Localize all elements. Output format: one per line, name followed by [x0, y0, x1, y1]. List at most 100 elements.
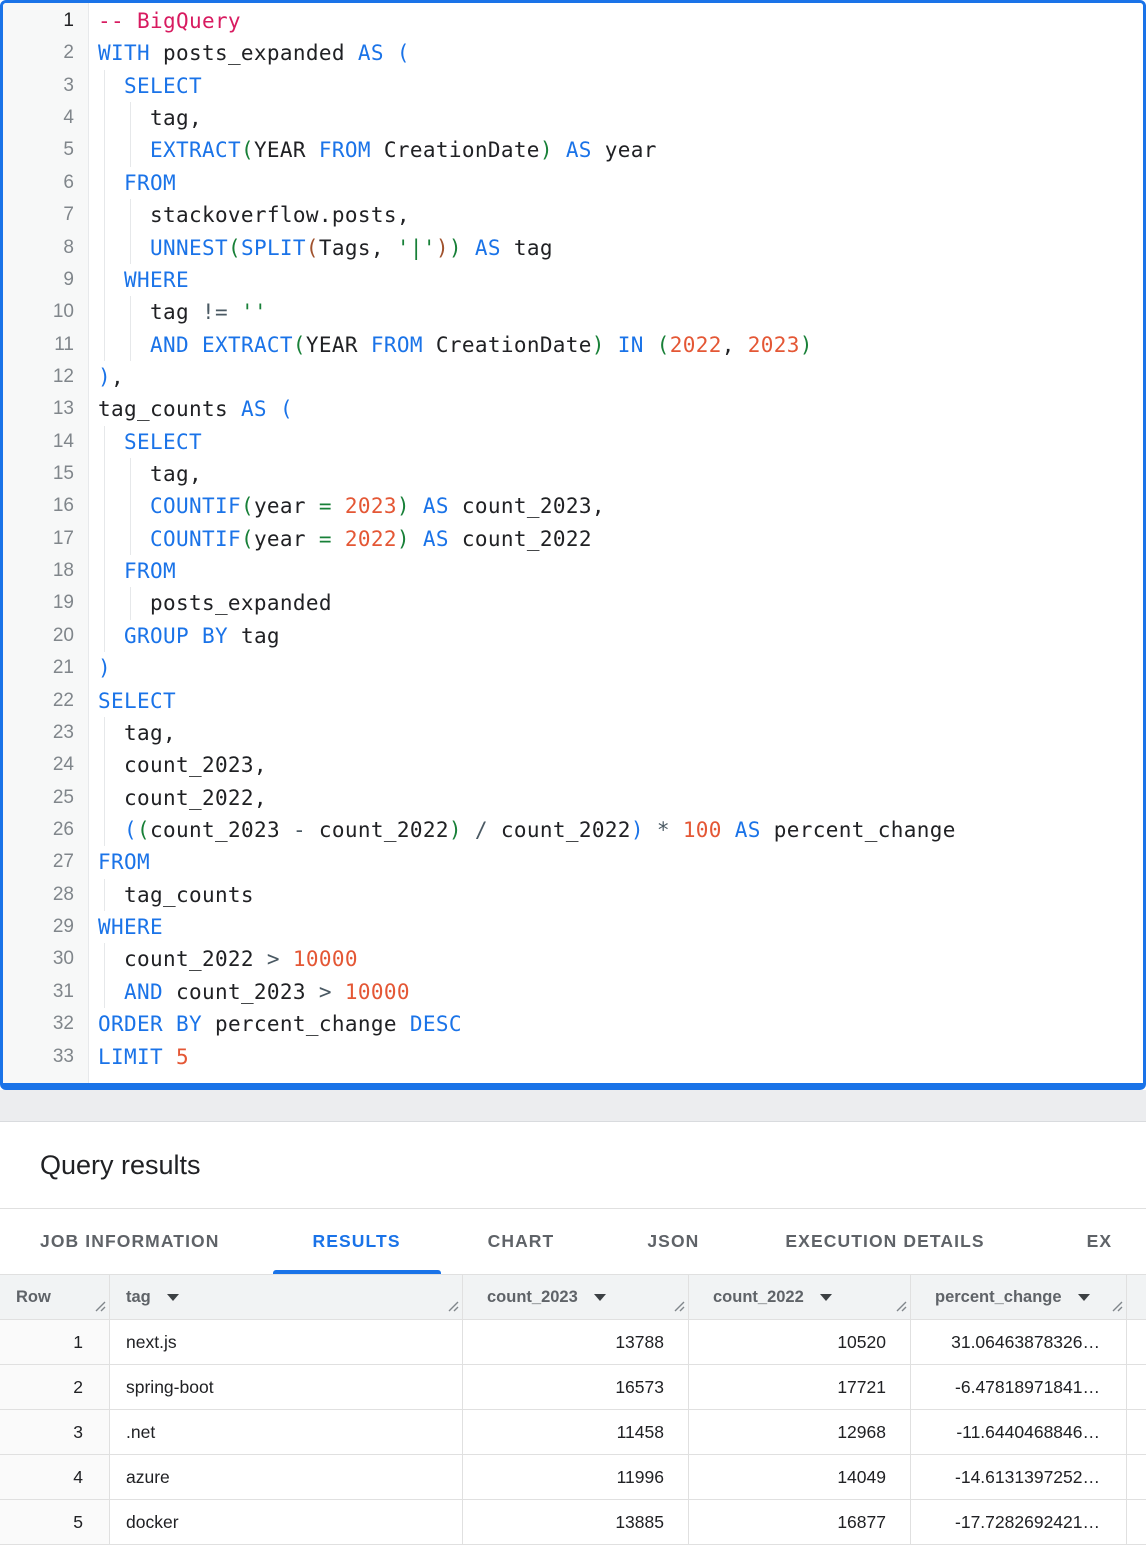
sort-dropdown-icon[interactable] [820, 1294, 832, 1301]
code-text: count_2022 > 10000 [88, 943, 1143, 975]
token-b2: ) [449, 818, 462, 842]
table-header-row: Rowtag count_2023 count_2022 percent_change [0, 1274, 1146, 1320]
token-i [98, 430, 124, 454]
line-number: 16 [3, 490, 88, 522]
row-number-cell: 1 [0, 1320, 110, 1364]
column-header-label: count_2023 [487, 1288, 578, 1307]
token-b1: ( [397, 41, 410, 65]
token-i: count_2023 [150, 818, 293, 842]
code-text: tag, [88, 458, 1143, 490]
code-lines: 1-- BigQuery2WITH posts_expanded AS (3 S… [3, 3, 1143, 1083]
column-header-percent_change[interactable]: percent_change [911, 1275, 1127, 1319]
column-resize-handle-icon[interactable] [1109, 1298, 1123, 1317]
line-number: 26 [3, 814, 88, 846]
token-b2: ( [241, 138, 254, 162]
column-resize-handle-icon[interactable] [445, 1298, 459, 1317]
code-line: 12), [3, 361, 1143, 393]
token-n2: 5 [176, 1045, 189, 1069]
token-k: UNNEST [150, 236, 228, 260]
table-cell-filler [1127, 1410, 1146, 1454]
line-number: 13 [3, 393, 88, 425]
table-cell: -17.7282692421… [911, 1500, 1127, 1544]
token-i: tag, [98, 721, 176, 745]
sql-editor[interactable]: 1-- BigQuery2WITH posts_expanded AS (3 S… [0, 0, 1146, 1090]
line-number: 6 [3, 167, 88, 199]
token-i: year [254, 527, 319, 551]
tab-results[interactable]: RESULTS [273, 1209, 441, 1274]
indent-guide [104, 134, 105, 166]
token-i [553, 138, 566, 162]
code-text: AND EXTRACT(YEAR FROM CreationDate) IN (… [88, 329, 1143, 361]
token-b2: ( [228, 236, 241, 260]
column-resize-handle-icon[interactable] [92, 1298, 106, 1317]
token-k: SELECT [98, 689, 176, 713]
indent-guide [130, 102, 131, 134]
line-number: 25 [3, 782, 88, 814]
token-k: WHERE [124, 268, 189, 292]
code-line: 18 FROM [3, 555, 1143, 587]
line-number: 9 [3, 264, 88, 296]
sort-dropdown-icon[interactable] [167, 1294, 179, 1301]
column-header-count_2022[interactable]: count_2022 [689, 1275, 911, 1319]
token-i [163, 1045, 176, 1069]
code-line: 16 COUNTIF(year = 2023) AS count_2023, [3, 490, 1143, 522]
sort-dropdown-icon[interactable] [594, 1294, 606, 1301]
column-resize-handle-icon[interactable] [671, 1298, 685, 1317]
token-k: GROUP BY [124, 624, 228, 648]
code-line: 10 tag != '' [3, 296, 1143, 328]
code-text: ((count_2023 - count_2022) / count_2022)… [88, 814, 1143, 846]
row-number-cell: 2 [0, 1365, 110, 1409]
token-i [462, 818, 475, 842]
token-b1: ) [98, 365, 111, 389]
token-s: '|' [397, 236, 436, 260]
token-k: FROM [124, 559, 176, 583]
tab-execution-details[interactable]: EXECUTION DETAILS [745, 1209, 1024, 1274]
token-k: AND [150, 333, 189, 357]
line-number: 14 [3, 426, 88, 458]
tab-execution-graph[interactable]: EX [1047, 1209, 1146, 1274]
token-i: count_2023, [98, 753, 267, 777]
column-header-tag[interactable]: tag [110, 1275, 463, 1319]
column-resize-handle-icon[interactable] [893, 1298, 907, 1317]
tab-job-information[interactable]: JOB INFORMATION [0, 1209, 260, 1274]
line-number: 33 [3, 1041, 88, 1073]
token-i [98, 138, 150, 162]
indent-guide [104, 587, 105, 619]
indent-guide [104, 814, 105, 846]
indent-guide [104, 620, 105, 652]
token-i [280, 947, 293, 971]
code-text: WHERE [88, 911, 1143, 943]
token-k: EXTRACT [150, 138, 241, 162]
tab-chart[interactable]: CHART [448, 1209, 595, 1274]
code-text: count_2023, [88, 749, 1143, 781]
line-number: 19 [3, 587, 88, 619]
bigquery-console: 1-- BigQuery2WITH posts_expanded AS (3 S… [0, 0, 1146, 1558]
token-b1: ( [280, 397, 293, 421]
code-line: 5 EXTRACT(YEAR FROM CreationDate) AS yea… [3, 134, 1143, 166]
code-line: 23 tag, [3, 717, 1143, 749]
line-number: 1 [3, 5, 88, 37]
table-cell: 16877 [689, 1500, 911, 1544]
sort-dropdown-icon[interactable] [1078, 1294, 1090, 1301]
row-number-cell: 5 [0, 1500, 110, 1544]
indent-guide [130, 199, 131, 231]
token-i: tag_counts [98, 397, 241, 421]
column-header-row[interactable]: Row [0, 1275, 110, 1319]
tab-json[interactable]: JSON [607, 1209, 739, 1274]
table-cell: next.js [110, 1320, 463, 1364]
column-header-label: percent_change [935, 1288, 1062, 1307]
code-line: 11 AND EXTRACT(YEAR FROM CreationDate) I… [3, 329, 1143, 361]
token-i [98, 333, 150, 357]
token-k: ORDER BY [98, 1012, 202, 1036]
token-i: count_2022 [306, 818, 449, 842]
code-line: 14 SELECT [3, 426, 1143, 458]
table-cell: 11996 [463, 1455, 689, 1499]
token-i [98, 494, 150, 518]
code-text: LIMIT 5 [88, 1041, 1143, 1073]
token-i: count_2022, [98, 786, 267, 810]
code-text: SELECT [88, 70, 1143, 102]
code-text: stackoverflow.posts, [88, 199, 1143, 231]
column-header-count_2023[interactable]: count_2023 [463, 1275, 689, 1319]
line-number: 3 [3, 70, 88, 102]
line-number: 22 [3, 685, 88, 717]
